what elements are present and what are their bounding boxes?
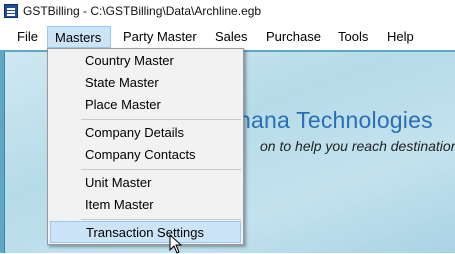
menu-tools[interactable]: Tools — [331, 26, 375, 48]
menu-item-place-master[interactable]: Place Master — [50, 94, 241, 116]
menu-item-item-master[interactable]: Item Master — [50, 194, 241, 216]
masters-dropdown-menu: Country Master State Master Place Master… — [47, 48, 244, 245]
menu-purchase[interactable]: Purchase — [259, 26, 328, 48]
menu-masters[interactable]: Masters — [47, 26, 111, 48]
menu-item-company-details[interactable]: Company Details — [50, 122, 241, 144]
menu-separator — [81, 119, 241, 120]
menu-item-state-master[interactable]: State Master — [50, 72, 241, 94]
window-title: GSTBilling - C:\GSTBilling\Data\Archline… — [23, 4, 262, 18]
brand-title: hana Technologies — [238, 107, 433, 133]
menu-bar: File Masters Party Master Sales Purchase… — [0, 26, 455, 48]
brand-subtitle: on to help you reach destination — [260, 138, 455, 154]
mouse-cursor-icon — [169, 234, 183, 254]
app-icon — [4, 4, 18, 18]
menu-sales[interactable]: Sales — [208, 26, 255, 48]
menu-separator — [81, 219, 241, 220]
menu-separator — [81, 169, 241, 170]
menu-item-transaction-settings[interactable]: Transaction Settings — [50, 221, 241, 243]
menu-file[interactable]: File — [10, 26, 45, 48]
menu-item-country-master[interactable]: Country Master — [50, 50, 241, 72]
menu-party-master[interactable]: Party Master — [116, 26, 204, 48]
menu-help[interactable]: Help — [380, 26, 421, 48]
title-bar: GSTBilling - C:\GSTBilling\Data\Archline… — [0, 0, 455, 24]
menu-item-unit-master[interactable]: Unit Master — [50, 172, 241, 194]
menu-item-company-contacts[interactable]: Company Contacts — [50, 144, 241, 166]
